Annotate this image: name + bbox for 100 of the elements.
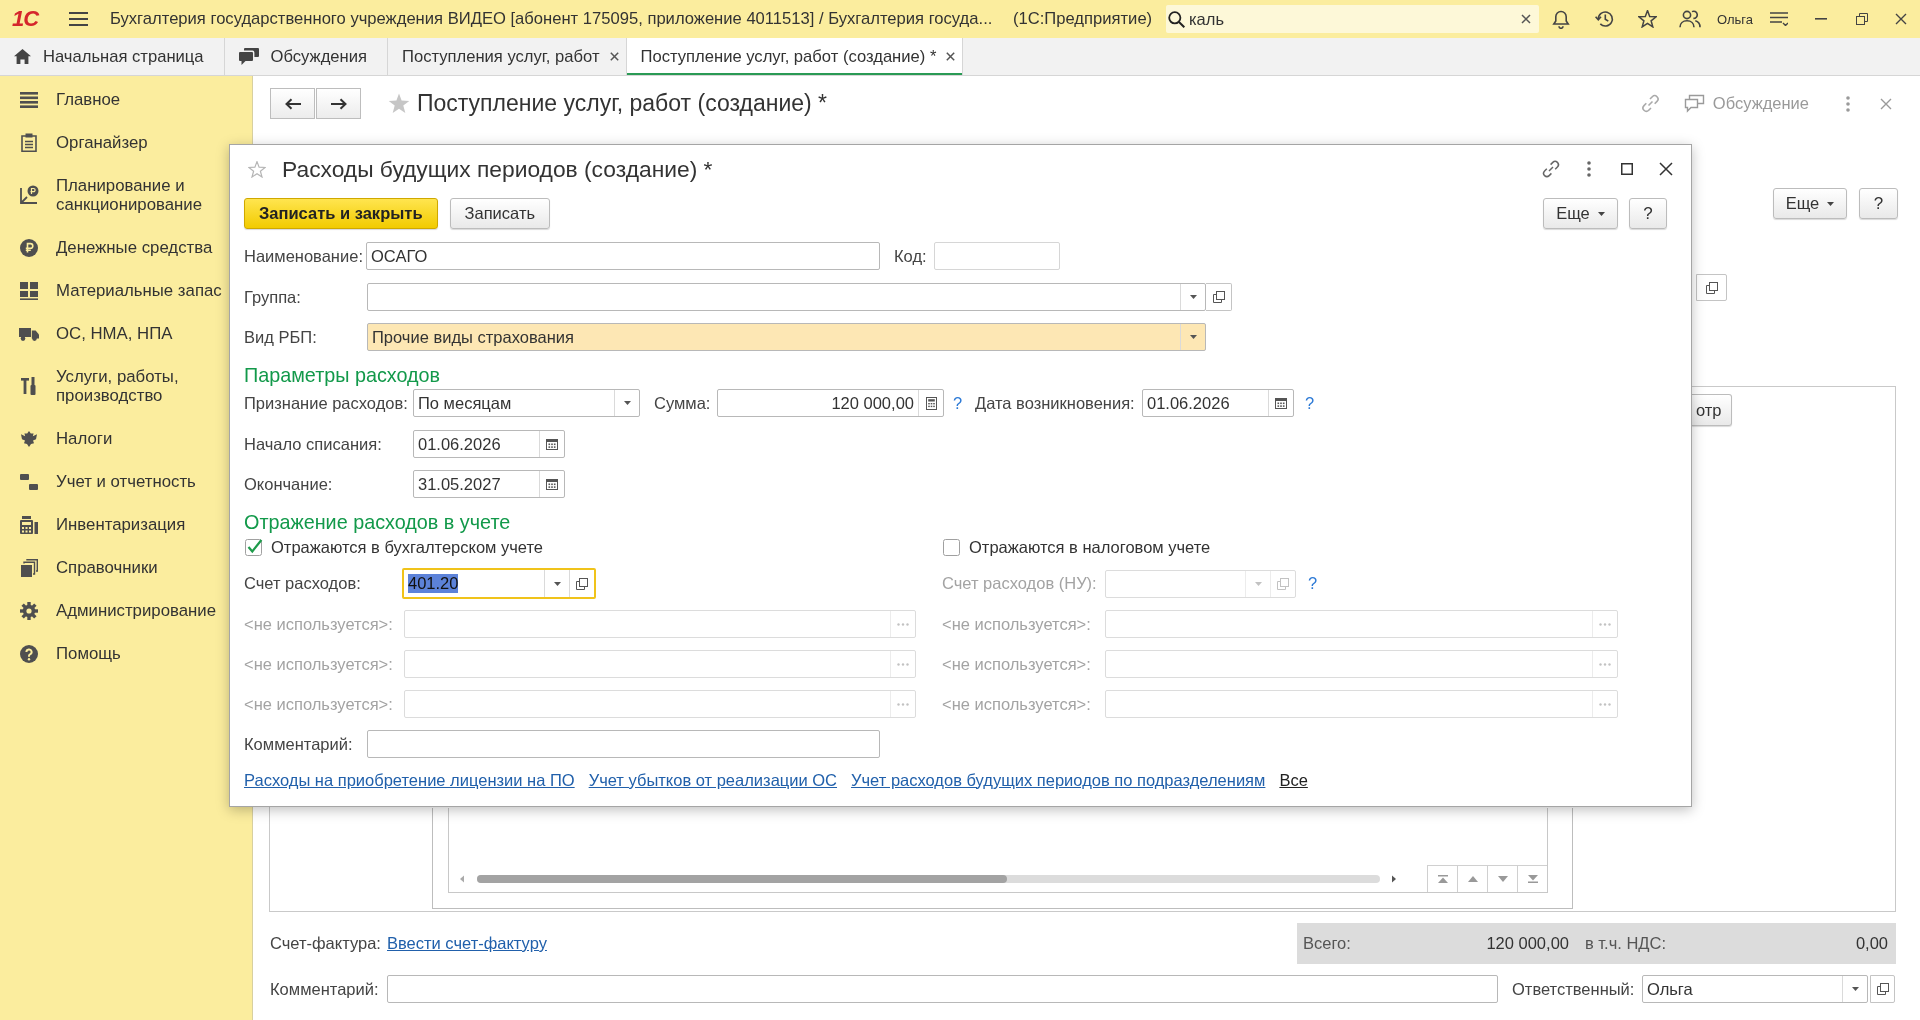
minimize-icon[interactable] <box>1815 18 1827 20</box>
star-icon[interactable] <box>388 93 410 114</box>
text-field[interactable] <box>367 730 880 758</box>
tab[interactable]: Начальная страница <box>0 38 225 75</box>
windows-icon[interactable] <box>576 577 588 590</box>
more-icon[interactable] <box>1846 95 1850 112</box>
sidebar-item[interactable]: Учет и отчетность <box>0 460 228 503</box>
user-name[interactable]: Ольга <box>1717 11 1753 27</box>
open-button[interactable] <box>1696 274 1727 301</box>
list-icon[interactable] <box>1770 12 1788 26</box>
logo[interactable]: 1С <box>12 6 52 32</box>
tab[interactable]: Поступление услуг, работ (создание) * <box>626 38 964 75</box>
checkbox-icon[interactable] <box>943 538 961 556</box>
sidebar-item[interactable]: Справочники <box>0 546 228 589</box>
help-link[interactable]: ? <box>1305 393 1315 413</box>
tab[interactable]: Обсуждения <box>224 38 388 75</box>
sidebar-item[interactable]: Помощь <box>0 632 228 675</box>
back-button[interactable] <box>270 88 315 119</box>
dropdown-field[interactable] <box>367 283 1206 311</box>
save-button[interactable]: Записать <box>449 198 551 229</box>
field-label: Код: <box>894 246 928 266</box>
caret-icon[interactable] <box>623 401 631 405</box>
tab[interactable]: Поступления услуг, работ <box>388 38 627 75</box>
sidebar-item[interactable]: Планирование и санкционирование <box>0 164 228 226</box>
forward-button[interactable] <box>316 88 361 119</box>
help-button[interactable]: ? <box>1859 188 1898 219</box>
text-field[interactable]: ОСАГО <box>366 242 880 270</box>
star-icon[interactable] <box>1638 10 1657 28</box>
close-icon[interactable] <box>946 52 956 61</box>
checkbox-label[interactable]: Отражаются в бухгалтерском учете <box>271 537 544 557</box>
sidebar-item[interactable]: Денежные средства <box>0 226 228 269</box>
scroll-top-button[interactable] <box>1427 865 1457 892</box>
clipboard-icon <box>21 133 37 152</box>
sidebar-item[interactable]: Инвентаризация <box>0 503 228 546</box>
view-button[interactable]: отр <box>1692 394 1732 426</box>
scroll-down-button[interactable] <box>1487 865 1517 892</box>
scroll-up-button[interactable] <box>1457 865 1487 892</box>
calendar-icon[interactable] <box>1275 397 1287 409</box>
open-button[interactable] <box>1870 975 1895 1003</box>
link-icon[interactable] <box>1542 160 1560 178</box>
caret-icon[interactable] <box>1189 335 1197 339</box>
scroll-bottom-button[interactable] <box>1517 865 1547 892</box>
sidebar-item[interactable]: ОС, НМА, НПА <box>0 312 228 355</box>
more-button[interactable]: Еще <box>1773 188 1847 219</box>
field-label: Счет расходов: <box>244 574 362 593</box>
restore-icon[interactable] <box>1856 13 1868 25</box>
calculator-icon[interactable] <box>925 396 937 410</box>
dropdown-field[interactable]: По месяцам <box>413 389 640 417</box>
bell-icon[interactable] <box>1552 9 1570 29</box>
link[interactable]: Учет расходов будущих периодов по подразделениям <box>851 770 1266 790</box>
more-button[interactable]: Еще <box>1543 198 1618 229</box>
link[interactable]: Расходы на приобретение лицензии на ПО <box>244 770 575 790</box>
date-field[interactable]: 01.06.2026 <box>1142 389 1294 417</box>
checkbox-icon[interactable] <box>245 538 263 556</box>
help-link[interactable]: ? <box>953 393 963 413</box>
dropdown-field[interactable]: Ольга <box>1642 975 1868 1003</box>
caret-icon[interactable] <box>553 581 561 586</box>
calendar-icon[interactable] <box>546 478 558 490</box>
help-button[interactable]: ? <box>1629 198 1667 229</box>
search-field[interactable]: каль <box>1166 5 1539 33</box>
text-field[interactable] <box>934 242 1060 270</box>
caret-icon[interactable] <box>1597 211 1605 216</box>
calendar-icon[interactable] <box>546 438 558 450</box>
sidebar-item[interactable]: Главное <box>0 78 228 121</box>
users-icon[interactable] <box>1679 10 1701 28</box>
checkbox-label[interactable]: Отражаются в налоговом учете <box>969 537 1211 557</box>
dropdown-field[interactable]: 401.20 <box>402 568 596 599</box>
invoice-link[interactable]: Ввести счет-фактуру <box>387 934 547 953</box>
text-field[interactable] <box>387 975 1498 1003</box>
windows-icon[interactable] <box>1876 983 1889 995</box>
date-field[interactable]: 01.06.2026 <box>413 430 565 458</box>
windows-icon[interactable] <box>1705 281 1718 294</box>
more-icon[interactable] <box>1587 161 1591 177</box>
number-field[interactable]: 120 000,00 <box>717 389 944 417</box>
link[interactable]: Все <box>1279 770 1308 790</box>
close-icon[interactable] <box>1659 162 1673 176</box>
sidebar-item[interactable]: Материальные запас <box>0 269 228 312</box>
sidebar-item[interactable]: Услуги, работы, производство <box>0 355 228 417</box>
windows-icon[interactable] <box>1212 291 1225 303</box>
date-field[interactable]: 31.05.2027 <box>413 470 565 498</box>
sidebar-item[interactable]: Администрирование <box>0 589 228 632</box>
open-button[interactable] <box>1206 283 1232 311</box>
sidebar-item[interactable]: Органайзер <box>0 121 228 164</box>
save-and-close-button[interactable]: Записать и закрыть <box>244 198 438 229</box>
caret-icon[interactable] <box>1851 987 1859 991</box>
list-icon <box>20 91 38 108</box>
caret-icon[interactable] <box>1827 201 1835 206</box>
sidebar-item[interactable]: Налоги <box>0 417 228 460</box>
link[interactable]: Учет убытков от реализации ОС <box>588 770 838 790</box>
chat-icon[interactable] <box>1683 94 1705 113</box>
clear-icon[interactable] <box>1521 14 1531 24</box>
menu-icon[interactable] <box>69 12 88 26</box>
caret-icon[interactable] <box>1189 295 1197 299</box>
close-icon[interactable] <box>1895 13 1907 25</box>
history-icon[interactable] <box>1595 10 1615 28</box>
dropdown-field[interactable]: Прочие виды страхования <box>367 323 1206 351</box>
star-icon[interactable] <box>248 160 266 178</box>
truck-icon <box>19 326 39 341</box>
close-icon[interactable] <box>609 52 619 61</box>
maximize-icon[interactable] <box>1621 163 1633 175</box>
